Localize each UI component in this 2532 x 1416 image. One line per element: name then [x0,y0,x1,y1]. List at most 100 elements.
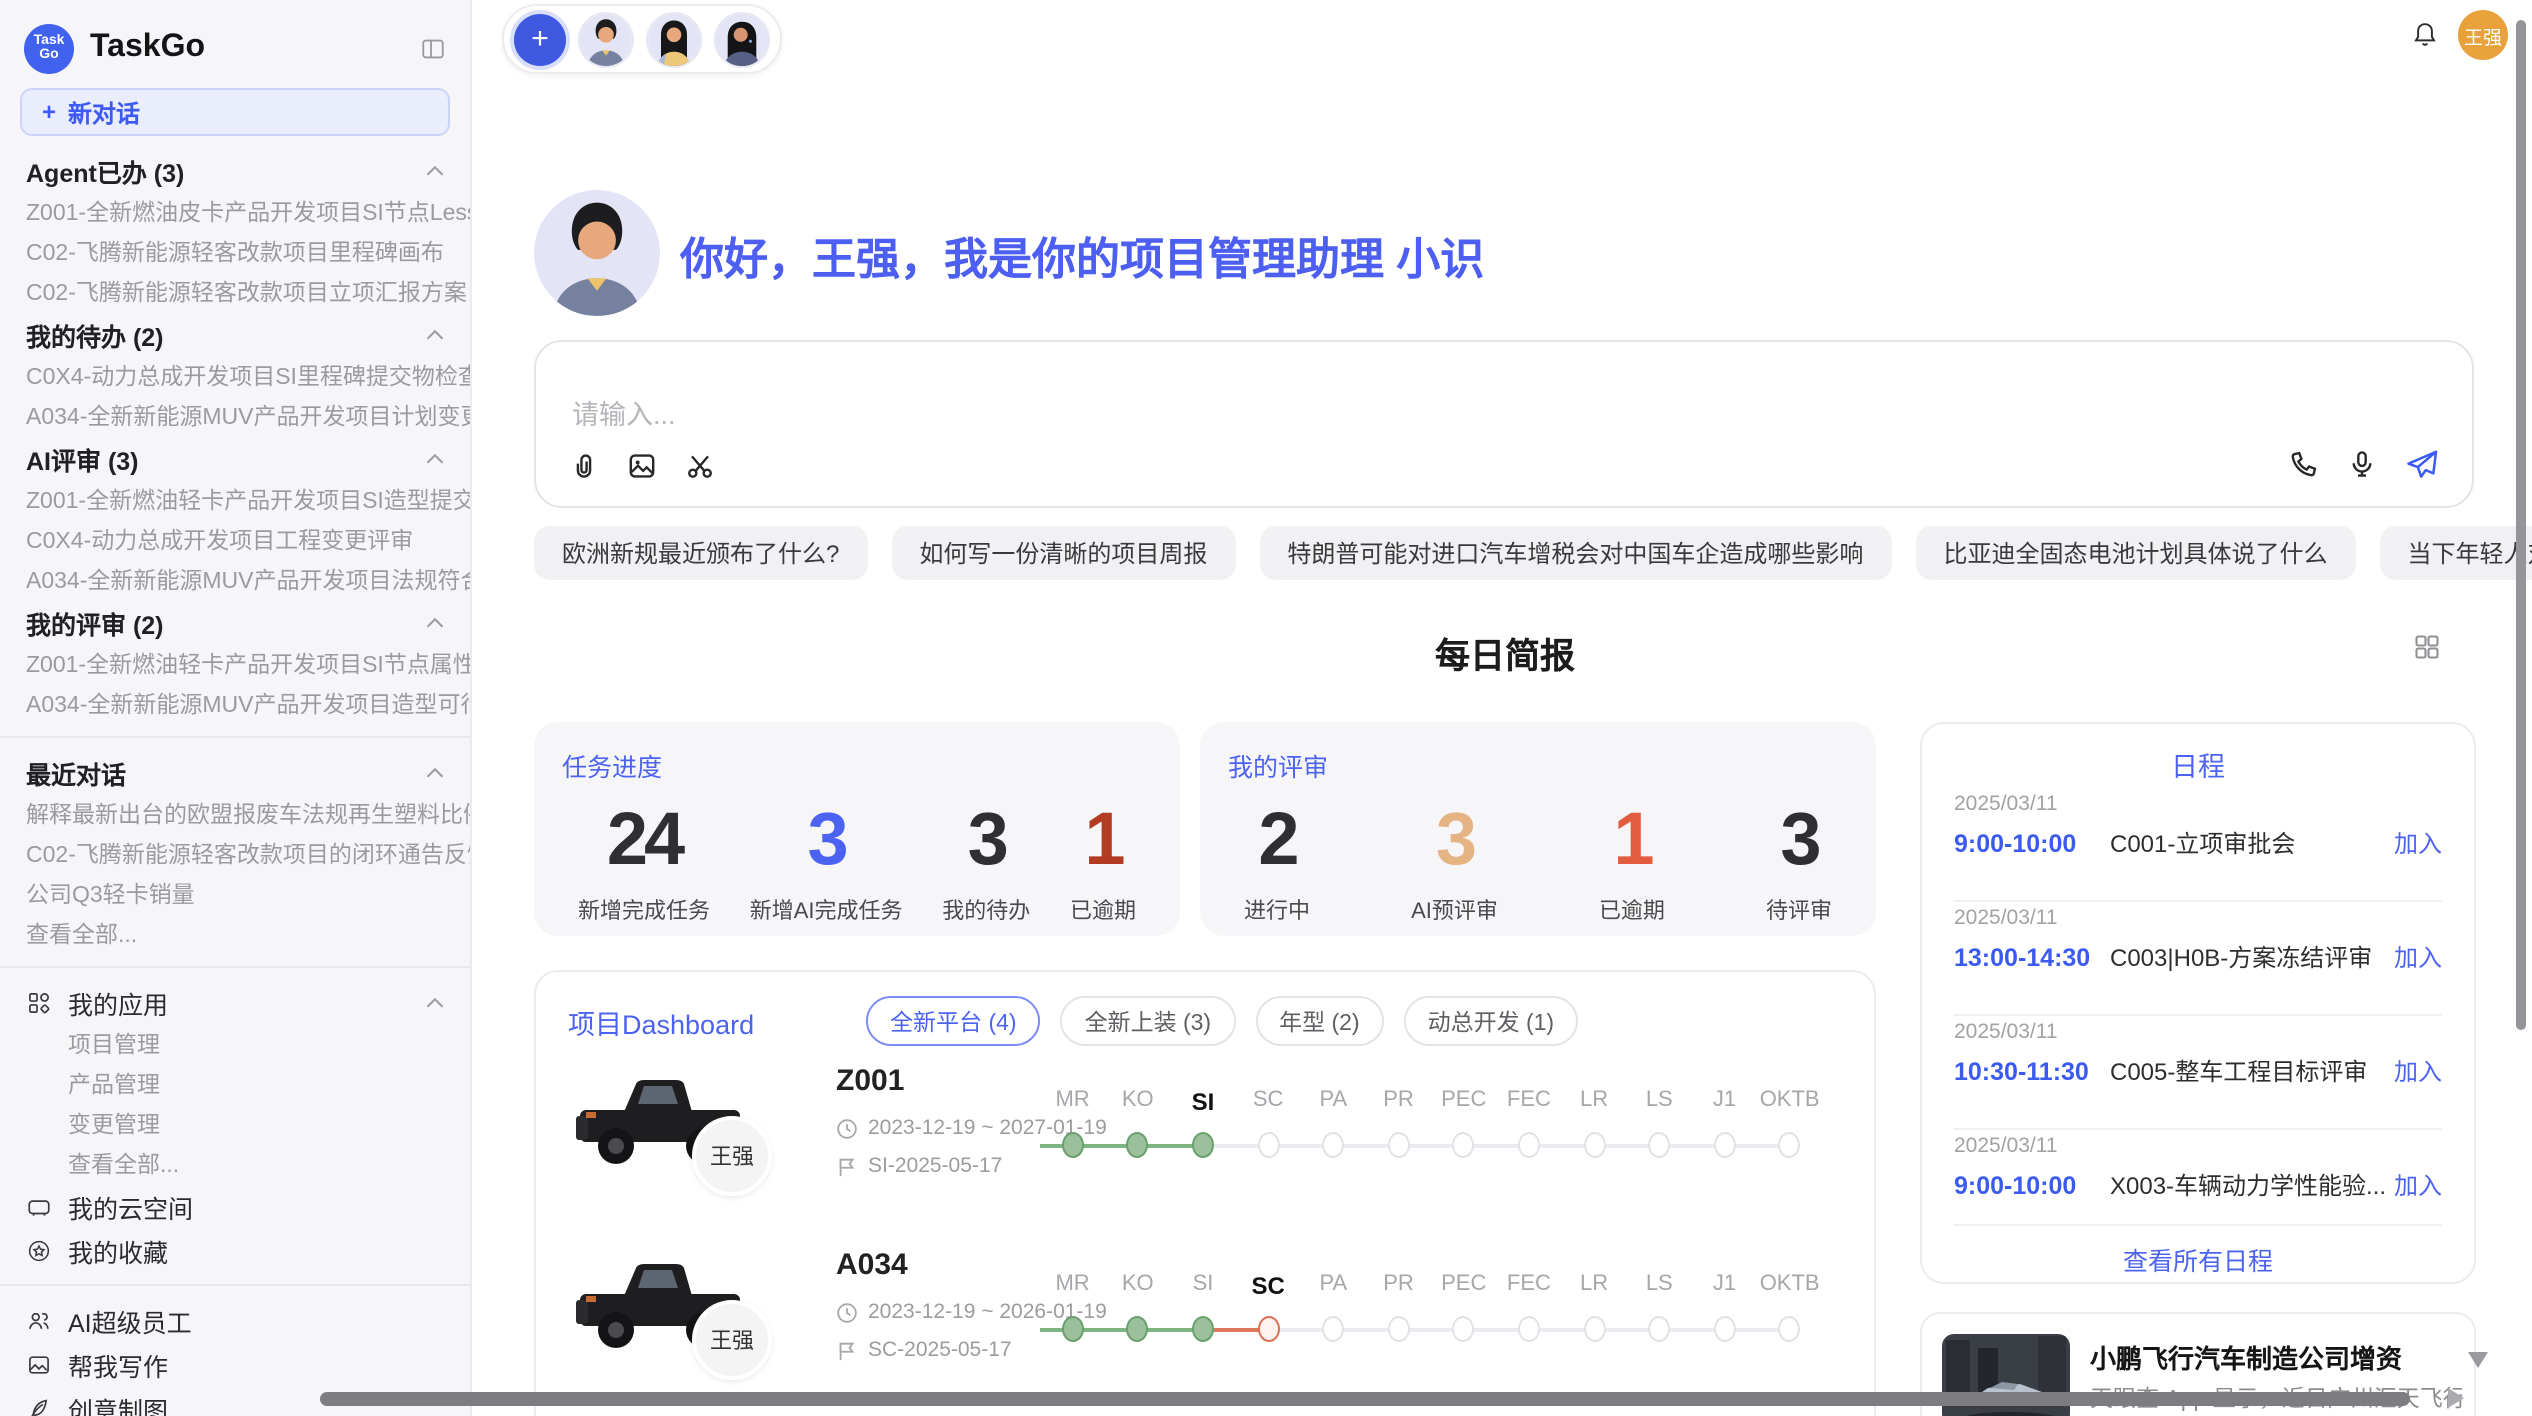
tab-new-platform[interactable]: 全新平台 (4) [866,996,1041,1046]
new-chat-button[interactable]: + 新对话 [20,88,450,136]
send-icon[interactable] [2404,446,2440,482]
milestone-step[interactable]: MR [1040,1272,1105,1342]
section-ai-review[interactable]: AI评审 (3) [0,436,470,480]
suggestion-chip[interactable]: 当下年轻人对汽车外观有怎样的喜好趋势 [2379,526,2532,580]
milestone-node [1713,1132,1735,1158]
ai-staff-label: AI超级员工 [68,1301,192,1339]
suggestion-chip[interactable]: 比亚迪全固态电池计划具体说了什么 [1915,526,2355,580]
sidebar-item-ai-staff[interactable]: AI超级员工 [0,1298,470,1342]
chat-input[interactable] [568,398,1776,432]
horizontal-scrollbar[interactable] [320,1392,2410,1406]
avatar-man-icon[interactable] [578,11,634,67]
milestone-step[interactable]: PEC [1431,1272,1496,1342]
milestone-step[interactable]: PA [1301,1272,1366,1342]
section-my-review[interactable]: 我的评审 (2) [0,600,470,644]
section-my-todo[interactable]: 我的待办 (2) [0,312,470,356]
milestone-step[interactable]: J1 [1692,1272,1757,1342]
sidebar-item[interactable]: Z001-全新燃油轻卡产品开发项目SI造型提交物评审 [0,480,470,520]
milestone-node [1388,1316,1410,1342]
sidebar-item[interactable]: C02-飞腾新能源轻客改款项目立项汇报方案 [0,272,470,312]
divider [1954,1014,2442,1016]
milestone-step[interactable]: LS [1627,1088,1692,1158]
image-icon[interactable] [626,450,658,482]
suggestion-chip[interactable]: 欧洲新规最近颁布了什么? [534,526,867,580]
section-recent-chats[interactable]: 最近对话 [0,750,470,794]
join-link[interactable]: 加入 [2394,1168,2442,1202]
attachment-icon[interactable] [568,450,600,482]
app-item-project-mgmt[interactable]: 项目管理 [0,1024,470,1064]
app-item-change-mgmt[interactable]: 变更管理 [0,1104,470,1144]
join-link[interactable]: 加入 [2394,826,2442,860]
project-flag: SI-2025-05-17 [836,1154,1002,1178]
sidebar-item[interactable]: C02-飞腾新能源轻客改款项目里程碑画布 [0,232,470,272]
join-link[interactable]: 加入 [2394,1054,2442,1088]
milestone-step[interactable]: PR [1366,1272,1431,1342]
milestone-step[interactable]: KO [1105,1088,1170,1158]
milestone-step[interactable]: J1 [1692,1088,1757,1158]
milestone-step[interactable]: SI [1170,1088,1235,1158]
recent-chat-item[interactable]: 公司Q3轻卡销量 [0,874,470,914]
milestone-step[interactable]: FEC [1496,1088,1561,1158]
composer-left-tools [568,450,716,482]
scroll-down-arrow-icon[interactable] [2468,1352,2488,1368]
scissors-icon[interactable] [684,450,716,482]
user-avatar[interactable]: 王强 [2458,10,2508,60]
milestone-node [1518,1316,1540,1342]
milestone-step[interactable]: SI [1170,1272,1235,1342]
sidebar-item[interactable]: A034-全新新能源MUV产品开发项目造型可行性评审 [0,684,470,724]
sidebar-item-my-cloud[interactable]: 我的云空间 [0,1184,470,1228]
section-agent-done[interactable]: Agent已办 (3) [0,148,470,192]
sidebar-item[interactable]: C0X4-动力总成开发项目工程变更评审 [0,520,470,560]
sidebar-item[interactable]: Z001-全新燃油皮卡产品开发项目SI节点Lesson Learn报告 [0,192,470,232]
milestone-step[interactable]: OKTB [1757,1272,1822,1342]
app-item-product-mgmt[interactable]: 产品管理 [0,1064,470,1104]
vertical-scrollbar[interactable] [2516,20,2525,1030]
recent-chats-view-all[interactable]: 查看全部... [0,914,470,954]
layout-grid-icon[interactable] [2412,632,2442,672]
avatar-woman2-icon[interactable] [714,11,770,67]
milestone-step[interactable]: LR [1562,1272,1627,1342]
milestone-timeline: MRKOSISC PA PRPECFECLRLSJ1OKTB [1040,1272,1824,1342]
phone-call-icon[interactable] [2288,448,2320,480]
recent-chat-item[interactable]: C02-飞腾新能源轻客改款项目的闭环通告反馈情况 [0,834,470,874]
microphone-icon[interactable] [2346,448,2378,480]
avatar-woman-icon[interactable] [646,11,702,67]
tab-new-body[interactable]: 全新上装 (3) [1061,996,1236,1046]
new-session-button[interactable]: + [514,13,566,65]
milestone-step[interactable]: MR [1040,1088,1105,1158]
milestone-step[interactable]: OKTB [1757,1088,1822,1158]
milestone-step[interactable]: PR [1366,1088,1431,1158]
tab-year-model[interactable]: 年型 (2) [1255,996,1384,1046]
stat-value: 3 [1436,796,1473,884]
milestone-step[interactable]: PEC [1431,1088,1496,1158]
sidebar-item[interactable]: A034-全新新能源MUV产品开发项目计划变更表编写 [0,396,470,436]
sidebar-item[interactable]: C0X4-动力总成开发项目SI里程碑提交物检查 [0,356,470,396]
apps-view-all[interactable]: 查看全部... [0,1144,470,1184]
milestone-step[interactable]: LR [1562,1088,1627,1158]
milestone-label: PA [1319,1272,1347,1300]
my-review-card: 我的评审 2进行中 3AI预评审 1已逾期 3待评审 [1200,722,1876,936]
milestone-step[interactable]: FEC [1496,1272,1561,1342]
suggestion-chip[interactable]: 如何写一份清晰的项目周报 [891,526,1235,580]
sidebar-item-my-apps[interactable]: 我的应用 [0,980,470,1024]
scroll-right-arrow-icon[interactable] [2448,1388,2464,1408]
milestone-step[interactable]: SC [1236,1272,1301,1342]
sidebar-item-write-helper[interactable]: 帮我写作 [0,1342,470,1386]
notification-bell-icon[interactable] [2410,20,2440,60]
milestone-step[interactable]: PA [1301,1088,1366,1158]
sidebar-item[interactable]: A034-全新新能源MUV产品开发项目法规符合性评审 [0,560,470,600]
tab-powertrain[interactable]: 动总开发 (1) [1404,996,1579,1046]
join-link[interactable]: 加入 [2394,940,2442,974]
project-owner-badge: 王强 [692,1300,772,1380]
collapse-panel-icon[interactable] [420,35,446,61]
divider [1954,1224,2442,1226]
view-all-schedule-link[interactable]: 查看所有日程 [1922,1240,2474,1278]
suggestion-chip[interactable]: 特朗普可能对进口汽车增税会对中国车企造成哪些影响 [1259,526,1891,580]
sidebar-item[interactable]: Z001-全新燃油轻卡产品开发项目SI节点属性5D文件评审 [0,644,470,684]
recent-chat-item[interactable]: 解释最新出台的欧盟报废车法规再生塑料比例被调至15%... [0,794,470,834]
milestone-step[interactable]: SC [1236,1088,1301,1158]
milestone-step[interactable]: KO [1105,1272,1170,1342]
milestone-step[interactable]: LS [1627,1272,1692,1342]
stat-label: 新增AI完成任务 [750,894,903,926]
sidebar-item-my-favorites[interactable]: 我的收藏 [0,1228,470,1272]
